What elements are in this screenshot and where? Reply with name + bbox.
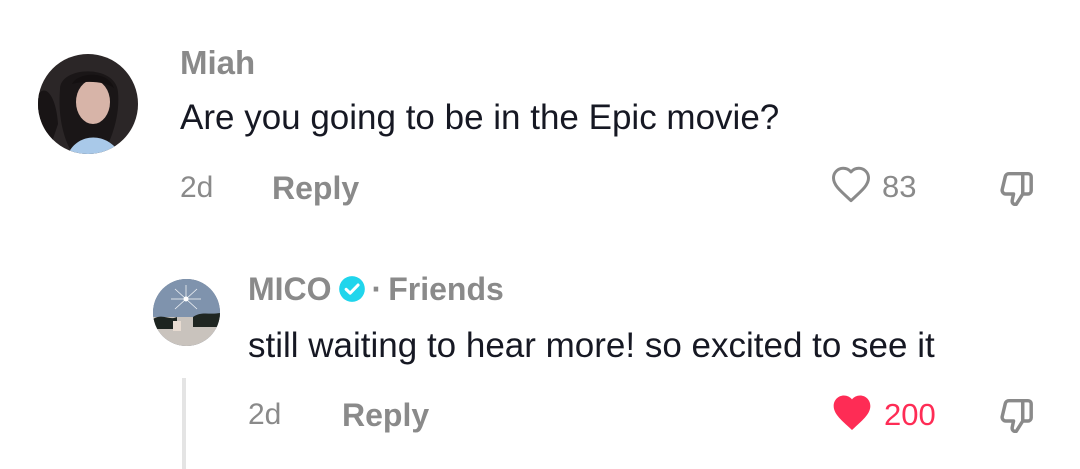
reply-dislike-button[interactable]: [994, 393, 1040, 439]
reply-header: MICO · Friends: [248, 273, 504, 305]
avatar-mico[interactable]: [153, 279, 220, 346]
avatar-miah[interactable]: [38, 54, 138, 154]
comment-username[interactable]: Miah: [180, 46, 255, 79]
comments-section: Miah Are you going to be in the Epic mov…: [0, 0, 1080, 469]
comment-timestamp: 2d: [180, 171, 214, 204]
reply-text: still waiting to hear more! so excited t…: [248, 326, 935, 365]
thumbs-down-icon: [994, 166, 1040, 212]
verified-badge-icon: [338, 275, 366, 303]
heart-outline-icon: [830, 164, 872, 209]
reply-like-button[interactable]: 200: [830, 391, 936, 438]
relation-label: Friends: [388, 271, 504, 307]
thumbs-down-icon: [994, 393, 1040, 439]
like-button[interactable]: 83: [830, 164, 916, 209]
reply-username[interactable]: MICO: [248, 273, 332, 305]
dislike-button[interactable]: [994, 166, 1040, 212]
heart-filled-icon: [830, 391, 874, 438]
like-count: 83: [882, 169, 917, 204]
thread-line: [182, 378, 186, 469]
comment-text: Are you going to be in the Epic movie?: [180, 98, 780, 137]
reply-like-count: 200: [884, 397, 936, 432]
reply-timestamp: 2d: [248, 398, 282, 431]
reply-reply-button[interactable]: Reply: [342, 399, 429, 431]
reply-button[interactable]: Reply: [272, 172, 359, 204]
separator-dot: ·: [371, 271, 383, 307]
